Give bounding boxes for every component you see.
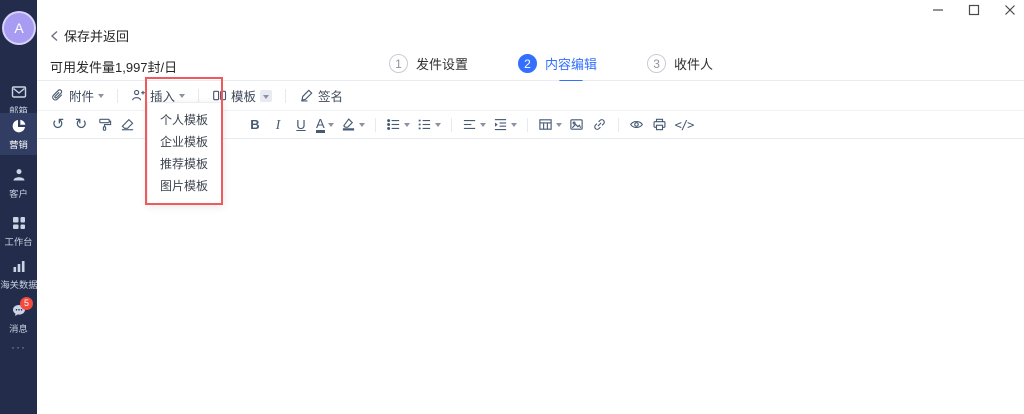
- back-chevron-icon: [50, 30, 59, 42]
- chevron-down-icon: [263, 95, 269, 99]
- image-button[interactable]: [569, 117, 585, 132]
- template-option-personal[interactable]: 个人模板: [148, 109, 222, 131]
- sidebar-item-customer[interactable]: 客户: [0, 162, 37, 204]
- save-and-return-label: 保存并返回: [64, 26, 129, 45]
- chevron-down-icon: [435, 123, 441, 127]
- customs-data-icon: [0, 258, 37, 274]
- sidebar-item-label: 海关数据: [0, 277, 36, 291]
- indent-button[interactable]: [493, 117, 517, 132]
- template-label: 模板: [231, 86, 256, 105]
- ink-icon: [341, 117, 356, 132]
- format-painter-icon[interactable]: [96, 117, 112, 132]
- step-label: 内容编辑: [545, 54, 597, 73]
- bullet-list-button[interactable]: [386, 117, 410, 132]
- sidebar-item-label: 消息: [0, 321, 36, 335]
- window-controls: [930, 2, 1018, 18]
- send-quota-text: 可用发件量1,997封/日: [50, 57, 177, 76]
- alignment-button[interactable]: [462, 117, 486, 132]
- preview-button[interactable]: [629, 117, 645, 132]
- sidebar-more-button[interactable]: ···: [0, 340, 37, 354]
- mail-icon: [0, 84, 37, 100]
- divider: [145, 118, 146, 132]
- signature-button[interactable]: 签名: [299, 86, 343, 105]
- step-send-settings[interactable]: 1 发件设置: [389, 54, 468, 73]
- step-indicator: 1 发件设置 2 内容编辑 3 收件人: [389, 54, 713, 73]
- sidebar-item-workbench[interactable]: 工作台: [0, 210, 37, 252]
- chevron-down-icon: [556, 123, 562, 127]
- chevron-down-icon: [480, 123, 486, 127]
- marketing-pie-icon: [0, 118, 37, 134]
- chevron-down-icon: [179, 94, 185, 98]
- table-button[interactable]: [538, 117, 562, 132]
- sidebar-item-label: 客户: [0, 186, 36, 200]
- template-dropdown: 个人模板 企业模板 推荐模板 图片模板: [147, 102, 223, 204]
- sidebar-item-messages[interactable]: 5 消息: [0, 297, 37, 339]
- divider: [618, 118, 619, 132]
- close-icon[interactable]: [1002, 2, 1018, 18]
- step-number: 3: [647, 54, 666, 73]
- customer-icon: [0, 167, 37, 183]
- avatar[interactable]: A: [2, 11, 36, 45]
- highlight-color-button[interactable]: [341, 117, 365, 132]
- chevron-down-icon: [98, 94, 104, 98]
- sidebar-item-marketing[interactable]: 营销: [0, 113, 37, 155]
- printer-icon: [652, 117, 667, 132]
- divider: [451, 118, 452, 132]
- eraser-icon[interactable]: [119, 117, 135, 132]
- link-button[interactable]: [592, 117, 608, 132]
- ordered-list-button[interactable]: [417, 117, 441, 132]
- sidebar-item-label: 工作台: [0, 234, 36, 248]
- step-number: 2: [518, 54, 537, 73]
- avatar-letter: A: [14, 20, 23, 36]
- chevron-down-icon: [328, 123, 334, 127]
- header-row: 可用发件量1,997封/日 1 发件设置 2 内容编辑 3 收件人: [37, 48, 1024, 81]
- italic-button[interactable]: I: [270, 117, 286, 133]
- eye-icon: [629, 117, 644, 132]
- chevron-down-icon: [359, 123, 365, 127]
- divider: [198, 89, 199, 103]
- message-icon: 5: [0, 302, 37, 318]
- step-content-edit[interactable]: 2 内容编辑: [518, 54, 597, 73]
- attachment-button[interactable]: 附件: [50, 86, 104, 105]
- template-option-image[interactable]: 图片模板: [148, 175, 222, 197]
- redo-icon[interactable]: ↻: [73, 117, 89, 133]
- font-color-button[interactable]: A: [316, 117, 334, 133]
- bold-button[interactable]: B: [247, 117, 263, 132]
- undo-icon[interactable]: ↺: [50, 117, 66, 133]
- sidebar: A 邮箱 营销 客户 工作台: [0, 0, 37, 414]
- divider: [117, 89, 118, 103]
- maximize-icon[interactable]: [966, 2, 982, 18]
- step-recipients[interactable]: 3 收件人: [647, 54, 713, 73]
- save-and-return-button[interactable]: 保存并返回: [50, 26, 129, 45]
- divider: [527, 118, 528, 132]
- template-option-recommended[interactable]: 推荐模板: [148, 153, 222, 175]
- template-option-enterprise[interactable]: 企业模板: [148, 131, 222, 153]
- chevron-down-icon: [511, 123, 517, 127]
- source-code-button[interactable]: </>: [675, 118, 694, 132]
- signature-pen-icon: [299, 88, 314, 103]
- underline-button[interactable]: U: [293, 117, 309, 132]
- paperclip-icon: [50, 88, 65, 103]
- workbench-icon: [0, 215, 37, 231]
- person-plus-icon: [131, 88, 146, 103]
- divider: [285, 89, 286, 103]
- step-label: 收件人: [674, 54, 713, 73]
- template-caret-button[interactable]: [260, 90, 272, 102]
- sidebar-item-label: 营销: [0, 137, 36, 151]
- signature-label: 签名: [318, 86, 343, 105]
- sidebar-item-customs-data[interactable]: 海关数据: [0, 253, 37, 295]
- step-number: 1: [389, 54, 408, 73]
- divider: [375, 118, 376, 132]
- attachment-label: 附件: [69, 86, 94, 105]
- print-button[interactable]: [652, 117, 668, 132]
- step-label: 发件设置: [416, 54, 468, 73]
- minimize-icon[interactable]: [930, 2, 946, 18]
- font-color-letter: A: [316, 117, 325, 133]
- chevron-down-icon: [404, 123, 410, 127]
- message-badge: 5: [20, 297, 33, 310]
- app-window: A 邮箱 营销 客户 工作台: [0, 0, 1024, 414]
- template-icon: [212, 88, 227, 103]
